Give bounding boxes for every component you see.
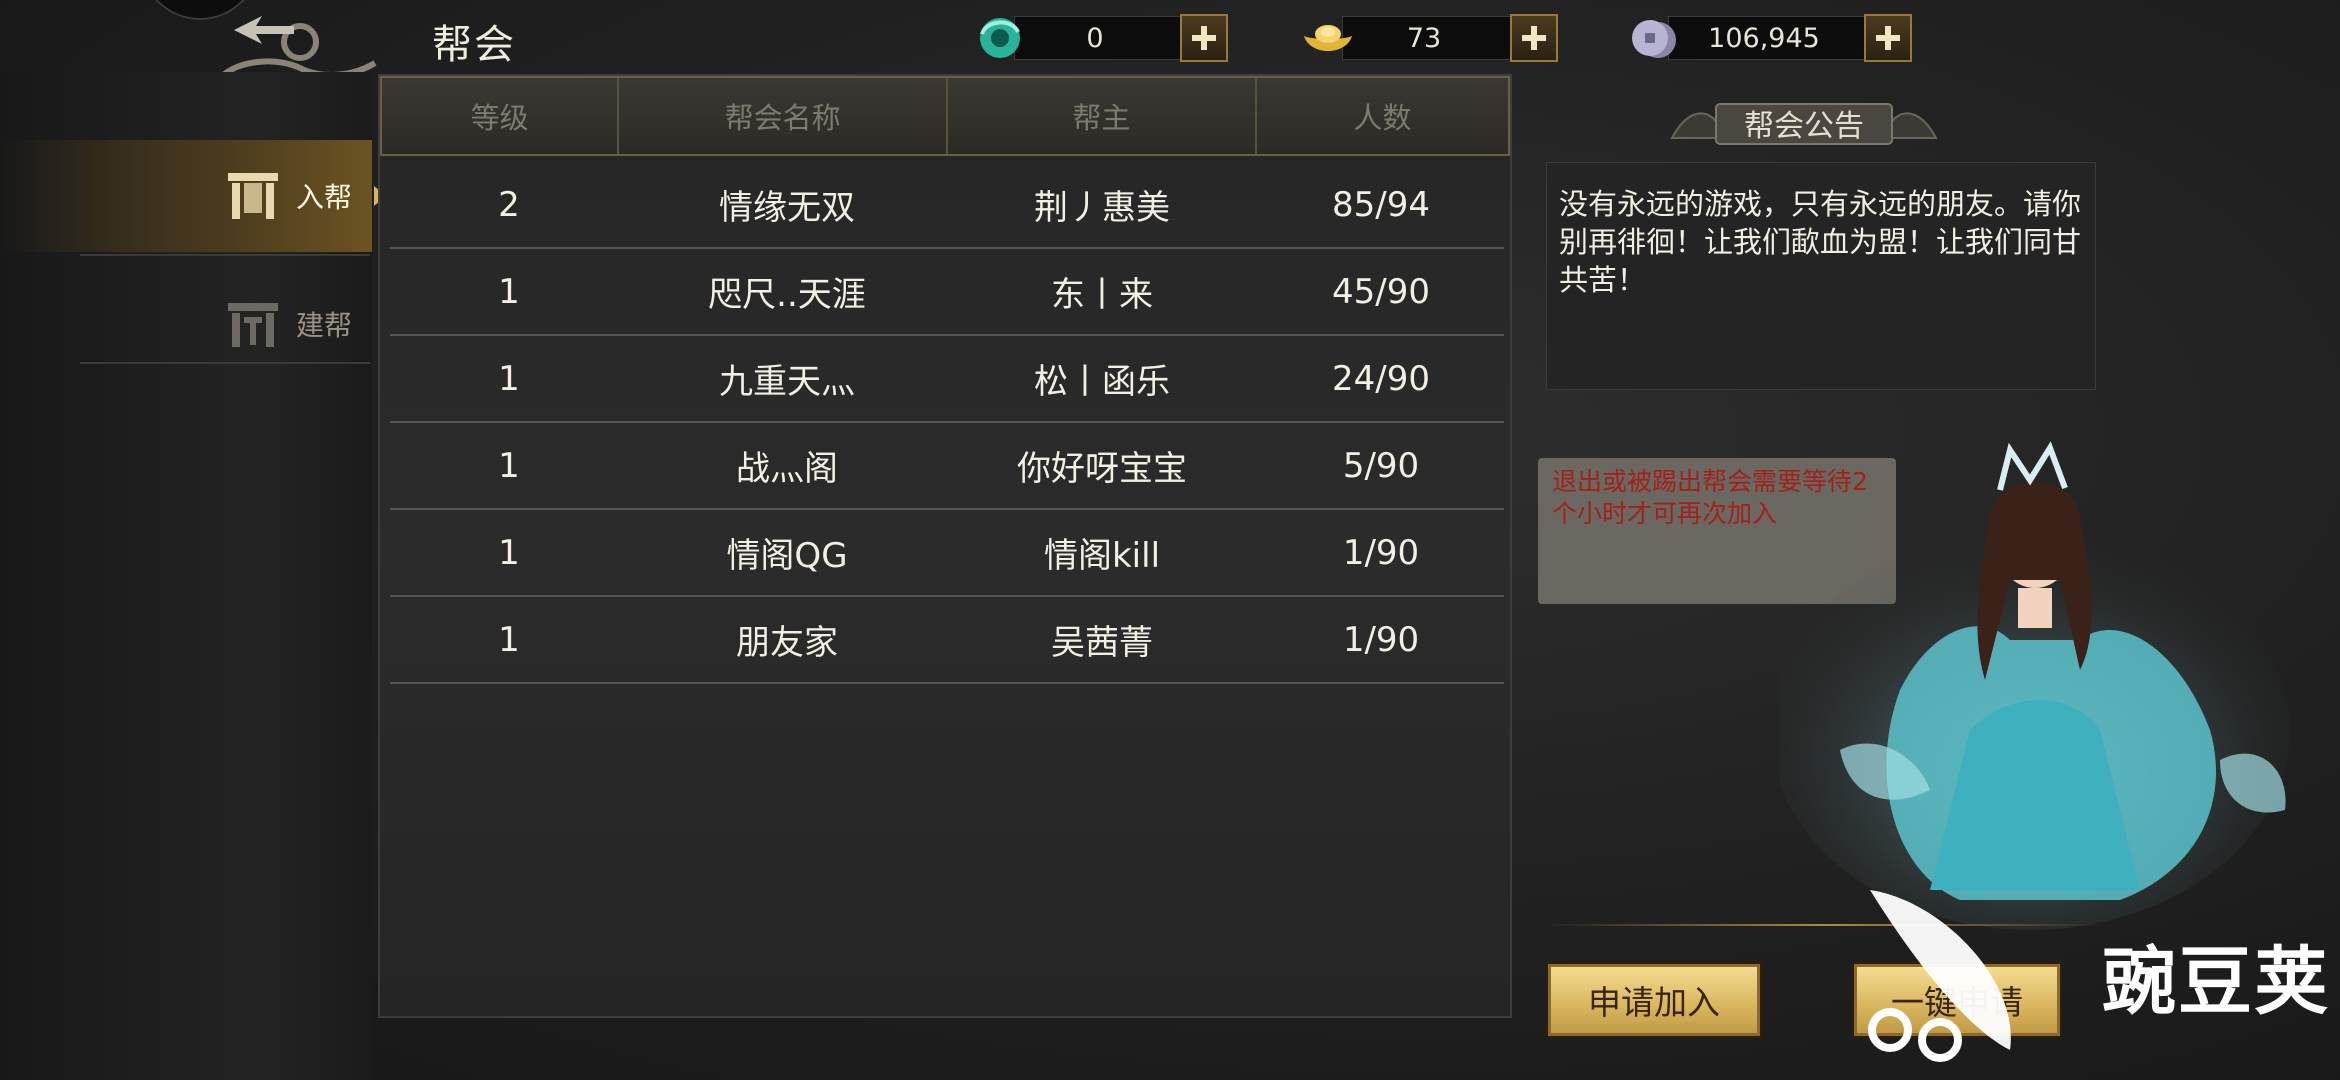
- build-icon: [227, 303, 278, 347]
- guild-name: 咫尺..天涯: [708, 275, 866, 315]
- currency-gold: 73: [1300, 14, 1558, 62]
- gate-icon: [227, 173, 278, 219]
- game-screen: 帮会 0 73 106,945 入帮 建帮 等级 帮会名称 帮主 人数 2 情缘…: [0, 0, 2340, 1080]
- guild-leader: 情阁kill: [1043, 536, 1161, 576]
- guild-level: 1: [498, 532, 520, 573]
- gold-amount: 73: [1342, 16, 1514, 60]
- column-header-leader[interactable]: 帮主: [948, 78, 1257, 154]
- plus-icon: [1876, 26, 1900, 50]
- guild-members: 85/94: [1332, 184, 1430, 225]
- silver-amount: 106,945: [1668, 16, 1868, 60]
- tab-join-guild[interactable]: 入帮: [0, 140, 386, 252]
- guild-name: 情阁QG: [726, 536, 848, 576]
- guild-row[interactable]: 1 朋友家 吴茜菁 1/90: [390, 597, 1504, 684]
- guild-level: 1: [498, 358, 520, 399]
- top-bar: 帮会 0 73 106,945: [0, 0, 2340, 97]
- guild-list-panel: 等级 帮会名称 帮主 人数 2 情缘无双 荆丿惠美 85/94 1 咫尺..天涯…: [378, 74, 1512, 1018]
- currency-silver: 106,945: [1626, 14, 1912, 62]
- add-gold-button[interactable]: [1510, 14, 1558, 62]
- guild-list-header: 等级 帮会名称 帮主 人数: [380, 76, 1510, 156]
- pea-pod-logo-icon: [1868, 890, 2011, 1062]
- currency-jade: 0: [972, 14, 1228, 62]
- silver-coin-icon: [1632, 20, 1676, 58]
- sidebar: 入帮 建帮: [0, 72, 386, 1080]
- page-title: 帮会: [432, 22, 516, 68]
- jade-amount: 0: [1014, 16, 1184, 60]
- gold-ingot-icon: [1304, 25, 1352, 51]
- guild-members: 24/90: [1332, 358, 1430, 399]
- tab-create-guild-label: 建帮: [295, 309, 352, 342]
- guild-level: 1: [498, 271, 520, 312]
- guild-level: 1: [498, 619, 520, 660]
- back-arrow-icon: [234, 16, 294, 44]
- watermark: 豌豆荚: [1860, 880, 2330, 1070]
- tab-join-guild-label: 入帮: [295, 181, 352, 214]
- guild-notice-text: 没有永远的游戏，只有永远的朋友。请你别再徘徊！让我们歃血为盟！让我们同甘共苦！: [1546, 162, 2096, 390]
- notice-title: 帮会公告: [1744, 109, 1864, 144]
- guild-name: 九重天灬: [719, 362, 855, 402]
- guild-row[interactable]: 1 战灬阁 你好呀宝宝 5/90: [390, 423, 1504, 510]
- add-silver-button[interactable]: [1864, 14, 1912, 62]
- plus-icon: [1192, 26, 1216, 50]
- guild-members: 45/90: [1332, 271, 1430, 312]
- column-header-name[interactable]: 帮会名称: [619, 78, 948, 154]
- guild-name: 战灬阁: [736, 449, 838, 489]
- guild-row[interactable]: 2 情缘无双 荆丿惠美 85/94: [390, 162, 1504, 249]
- guild-row[interactable]: 1 九重天灬 松丨函乐 24/90: [390, 336, 1504, 423]
- guild-row[interactable]: 1 咫尺..天涯 东丨来 45/90: [390, 249, 1504, 336]
- watermark-text: 豌豆荚: [2102, 938, 2330, 1025]
- add-jade-button[interactable]: [1180, 14, 1228, 62]
- notice-title-banner: 帮会公告: [1668, 98, 1940, 148]
- guild-leader: 吴茜菁: [1051, 623, 1153, 663]
- apply-join-button[interactable]: 申请加入: [1548, 964, 1760, 1036]
- guild-leader: 东丨来: [1051, 275, 1153, 315]
- guild-members: 1/90: [1342, 532, 1420, 573]
- guild-members: 5/90: [1342, 445, 1420, 486]
- back-button[interactable]: [228, 12, 298, 48]
- column-header-members[interactable]: 人数: [1257, 78, 1508, 154]
- guild-members: 1/90: [1342, 619, 1420, 660]
- divider: [80, 254, 370, 256]
- character-portrait: [1780, 441, 2290, 930]
- column-header-level[interactable]: 等级: [382, 78, 620, 154]
- divider: [80, 362, 370, 364]
- jade-icon: [980, 18, 1020, 58]
- guild-level: 1: [498, 445, 520, 486]
- plus-icon: [1522, 26, 1546, 50]
- guild-name: 朋友家: [736, 623, 838, 663]
- guild-leader: 荆丿惠美: [1034, 188, 1170, 228]
- guild-name: 情缘无双: [719, 188, 855, 228]
- guild-leader: 松丨函乐: [1034, 362, 1170, 402]
- guild-row[interactable]: 1 情阁QG 情阁kill 1/90: [390, 510, 1504, 597]
- guild-level: 2: [498, 184, 520, 225]
- guild-leader: 你好呀宝宝: [1017, 449, 1187, 489]
